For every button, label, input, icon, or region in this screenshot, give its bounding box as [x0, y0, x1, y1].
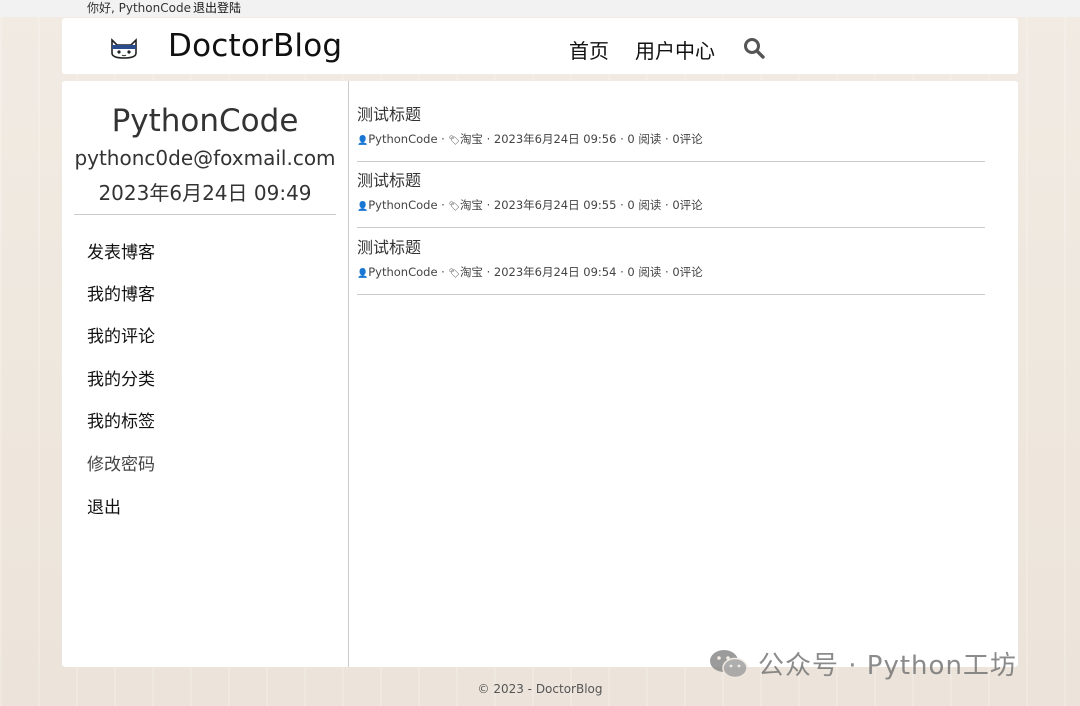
menu-change-password[interactable]: 修改密码 — [87, 450, 155, 475]
post-reads: 0 阅读 — [627, 132, 662, 146]
tag-icon: 🏷 — [448, 269, 460, 279]
user-icon: 👤 — [357, 202, 369, 212]
post-reads: 0 阅读 — [627, 265, 662, 279]
wechat-icon — [710, 650, 748, 679]
content-panel: PythonCode pythonc0de@foxmail.com 2023年6… — [62, 81, 1018, 667]
post-item: 测试标题 👤PythonCode · 🏷淘宝 · 2023年6月24日 09:5… — [357, 167, 985, 228]
post-category[interactable]: 淘宝 — [460, 265, 483, 279]
profile-name: PythonCode — [111, 103, 299, 139]
nav-home[interactable]: 首页 — [569, 35, 609, 64]
logout-link[interactable]: 退出登陆 — [193, 0, 241, 17]
site-footer: © 2023 - DoctorBlog — [477, 682, 603, 696]
nav-user-center[interactable]: 用户中心 — [635, 35, 715, 64]
sidebar-divider — [74, 214, 336, 215]
post-item: 测试标题 👤PythonCode · 🏷淘宝 · 2023年6月24日 09:5… — [357, 101, 985, 162]
post-item: 测试标题 👤PythonCode · 🏷淘宝 · 2023年6月24日 09:5… — [357, 234, 985, 295]
menu-my-categories[interactable]: 我的分类 — [87, 365, 155, 390]
menu-my-tags[interactable]: 我的标签 — [87, 407, 155, 432]
post-meta: 👤PythonCode · 🏷淘宝 · 2023年6月24日 09:55 · 0… — [357, 198, 703, 212]
profile-email: pythonc0de@foxmail.com — [74, 146, 336, 170]
post-meta: 👤PythonCode · 🏷淘宝 · 2023年6月24日 09:54 · 0… — [357, 265, 703, 279]
user-sidebar: PythonCode pythonc0de@foxmail.com 2023年6… — [62, 81, 349, 667]
top-user-bar: 你好, PythonCode 退出登陆 — [0, 0, 1080, 17]
post-author[interactable]: PythonCode — [368, 198, 437, 212]
post-datetime: 2023年6月24日 09:55 — [493, 198, 617, 212]
post-title[interactable]: 测试标题 — [357, 101, 421, 125]
site-brand[interactable]: DoctorBlog — [168, 28, 342, 64]
search-icon[interactable] — [742, 36, 766, 60]
post-comments: 0评论 — [672, 198, 703, 212]
post-author[interactable]: PythonCode — [368, 265, 437, 279]
menu-my-blogs[interactable]: 我的博客 — [87, 280, 155, 305]
user-icon: 👤 — [357, 136, 369, 146]
profile-joined-date: 2023年6月24日 09:49 — [98, 181, 312, 205]
post-author[interactable]: PythonCode — [368, 132, 437, 146]
site-header: DoctorBlog 首页 用户中心 — [62, 18, 1018, 74]
cat-face-icon[interactable] — [109, 36, 139, 60]
post-category[interactable]: 淘宝 — [460, 198, 483, 212]
post-comments: 0评论 — [672, 132, 703, 146]
post-category[interactable]: 淘宝 — [460, 132, 483, 146]
post-list: 测试标题 👤PythonCode · 🏷淘宝 · 2023年6月24日 09:5… — [348, 81, 1018, 667]
post-datetime: 2023年6月24日 09:56 — [493, 132, 617, 146]
menu-publish-blog[interactable]: 发表博客 — [87, 238, 155, 263]
greeting-text: 你好, PythonCode — [87, 1, 191, 15]
post-title[interactable]: 测试标题 — [357, 234, 421, 258]
post-comments: 0评论 — [672, 265, 703, 279]
post-reads: 0 阅读 — [627, 198, 662, 212]
post-datetime: 2023年6月24日 09:54 — [493, 265, 617, 279]
tag-icon: 🏷 — [448, 136, 460, 146]
menu-logout[interactable]: 退出 — [87, 493, 121, 518]
user-icon: 👤 — [357, 269, 369, 279]
watermark-text: 公众号 · Python工坊 — [758, 651, 1017, 681]
post-meta: 👤PythonCode · 🏷淘宝 · 2023年6月24日 09:56 · 0… — [357, 132, 703, 146]
post-title[interactable]: 测试标题 — [357, 167, 421, 191]
tag-icon: 🏷 — [448, 202, 460, 212]
menu-my-comments[interactable]: 我的评论 — [87, 322, 155, 347]
